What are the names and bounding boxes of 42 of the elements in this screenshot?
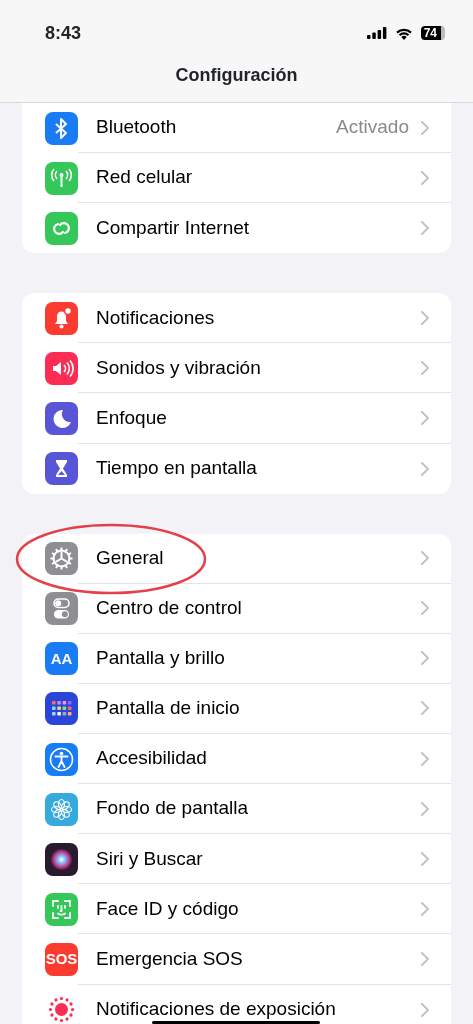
chevron-icon [421,751,429,766]
setting-label[interactable]: Emergencia SOS [96,944,243,974]
chevron-icon [421,1002,429,1017]
setting-label[interactable]: Pantalla de inicio [96,694,240,723]
setting-label[interactable]: Compartir Internet [96,214,250,243]
setting-label[interactable]: Centro de control [96,594,242,623]
screen-title: Configuración [174,64,299,87]
chevron-icon [421,461,429,476]
chevron-icon [421,801,429,816]
setting-label[interactable]: Notificaciones [96,303,215,333]
chevron-icon [421,951,429,966]
chevron-icon [421,851,429,866]
setting-label[interactable]: Fondo de pantalla [96,794,249,823]
setting-label[interactable]: Notificaciones de exposición [96,995,336,1024]
setting-label[interactable]: Enfoque [96,403,167,433]
app-icon: AA [45,642,78,676]
chevron-icon [421,551,429,566]
setting-label[interactable]: Pantalla y brillo [96,644,225,673]
wifi-icon [394,26,413,40]
chevron-icon [421,310,429,325]
app-icon: SOS [45,942,78,976]
chevron-icon [421,651,429,666]
setting-label[interactable]: Face ID y código [96,894,239,924]
setting-label[interactable]: Tiempo en pantalla [96,454,257,483]
battery-icon: 74 [420,26,445,40]
chevron-icon [421,701,429,716]
chevron-icon [421,601,429,616]
chevron-icon [421,221,429,236]
chevron-icon [421,901,429,916]
setting-label[interactable]: Bluetooth [96,113,177,142]
setting-label[interactable]: Red celular [96,163,193,192]
chevron-icon [421,360,429,375]
chevron-icon [421,411,429,425]
setting-label[interactable]: Sonidos y vibración [96,353,261,383]
setting-value: Activado [336,115,409,140]
status-time: 8:43 [45,21,82,45]
chevron-icon [421,170,429,185]
setting-label[interactable]: Accesibilidad [96,744,207,773]
setting-label[interactable]: General [96,543,164,573]
chevron-icon [421,120,429,135]
setting-label[interactable]: Siri y Buscar [96,844,203,873]
signal-icon [366,27,387,39]
